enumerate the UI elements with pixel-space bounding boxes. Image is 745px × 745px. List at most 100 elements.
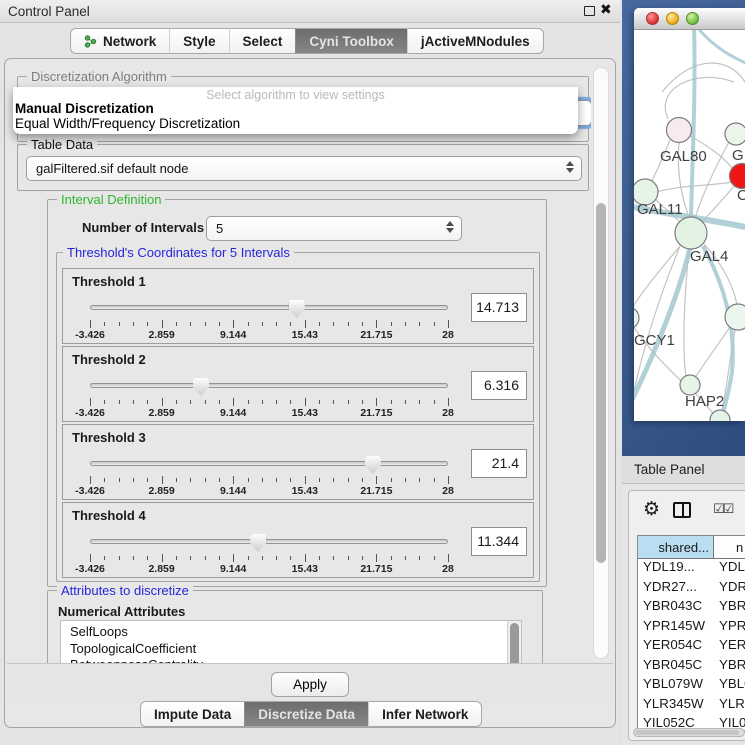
slider-thumb[interactable]: [193, 378, 209, 396]
tick-label: 9.144: [220, 407, 246, 419]
tick-mark: [376, 320, 377, 328]
slider-track[interactable]: [90, 383, 448, 388]
threshold-slider[interactable]: -3.4262.8599.14415.4321.71528: [90, 377, 448, 419]
network-node-gcy1[interactable]: [634, 307, 639, 329]
scrollbar-thumb[interactable]: [596, 203, 606, 563]
table-row[interactable]: YER054CYER0: [638, 637, 745, 657]
zoom-traffic-light-icon[interactable]: [686, 12, 699, 25]
tick-mark: [290, 556, 291, 560]
numerical-attributes-list[interactable]: SelfLoopsTopologicalCoefficientBetweenne…: [60, 620, 522, 663]
slider-track[interactable]: [90, 305, 448, 310]
close-traffic-light-icon[interactable]: [646, 12, 659, 25]
tick-mark: [219, 400, 220, 404]
attributes-group-title: Attributes to discretize: [57, 583, 193, 598]
tab-impute-data[interactable]: Impute Data: [140, 701, 244, 727]
threshold-value-field[interactable]: 14.713: [471, 293, 527, 322]
table-header-shared[interactable]: shared...: [638, 536, 714, 558]
tick-mark: [290, 322, 291, 326]
network-node-g[interactable]: [725, 123, 745, 145]
network-node-label: C: [737, 187, 745, 204]
tick-mark: [434, 400, 435, 404]
tick-mark: [104, 322, 105, 326]
network-window-titlebar[interactable]: [634, 8, 745, 30]
algorithm-option[interactable]: Manual Discretization: [13, 102, 578, 117]
threshold-value-field[interactable]: 6.316: [471, 371, 527, 400]
slider-thumb[interactable]: [250, 534, 266, 552]
node-attribute-table[interactable]: shared... n YDL19...YDL1YDR27...YDR2YBR0…: [637, 535, 745, 731]
algorithm-option[interactable]: Equal Width/Frequency Discretization: [13, 117, 578, 132]
cell-name: YBL0: [714, 676, 745, 696]
scrollbar-thumb[interactable]: [635, 730, 739, 735]
tick-mark: [276, 400, 277, 404]
tick-mark: [176, 478, 177, 482]
table-horizontal-scrollbar[interactable]: [633, 728, 745, 737]
float-window-icon[interactable]: [584, 6, 595, 16]
slider-track[interactable]: [90, 539, 448, 544]
slider-track[interactable]: [90, 461, 448, 466]
tick-mark: [305, 398, 306, 406]
number-of-intervals-combobox[interactable]: 5: [206, 216, 462, 241]
tab-cyni-toolbox[interactable]: Cyni Toolbox: [295, 28, 407, 54]
columns-icon[interactable]: [673, 502, 691, 518]
tick-mark: [362, 556, 363, 560]
scrollbar-thumb[interactable]: [510, 623, 519, 663]
threshold-slider[interactable]: -3.4262.8599.14415.4321.71528: [90, 455, 448, 497]
tick-mark: [319, 478, 320, 482]
attribute-list-item[interactable]: SelfLoops: [61, 621, 521, 641]
settings-vertical-scrollbar[interactable]: [593, 67, 609, 659]
network-graph[interactable]: GAL80GCGAL11GAL4GCY1HHAP2: [634, 30, 745, 421]
table-data-title: Table Data: [27, 137, 97, 152]
threshold-label: Threshold 4: [72, 508, 146, 523]
table-row[interactable]: YPR145WYPR1: [638, 618, 745, 638]
bottom-tab-bar: Impute DataDiscretize DataInfer Network: [140, 701, 482, 727]
network-node-gal4[interactable]: [675, 217, 707, 249]
network-node-label: GAL80: [660, 148, 707, 165]
threshold-value-field[interactable]: 11.344: [471, 527, 527, 556]
tick-mark: [348, 400, 349, 404]
attribute-list-item[interactable]: TopologicalCoefficient: [61, 641, 521, 658]
table-row[interactable]: YLR345WYLR3: [638, 696, 745, 716]
algorithm-popup-placeholder: Select algorithm to view settings: [13, 87, 578, 102]
table-row[interactable]: YDR27...YDR2: [638, 579, 745, 599]
threshold-slider[interactable]: -3.4262.8599.14415.4321.71528: [90, 299, 448, 341]
table-header-name[interactable]: n: [714, 536, 745, 558]
table-row[interactable]: YBR043CYBR0: [638, 598, 745, 618]
tab-infer-network[interactable]: Infer Network: [368, 701, 482, 727]
table-row[interactable]: YDL19...YDL1: [638, 559, 745, 579]
minimize-traffic-light-icon[interactable]: [666, 12, 679, 25]
network-node-hap2[interactable]: [680, 375, 700, 395]
table-panel: ⚙ ☑☑ shared... n YDL19...YDL1YDR27...YDR…: [622, 484, 745, 745]
gear-icon[interactable]: ⚙: [643, 498, 660, 520]
tick-mark: [362, 400, 363, 404]
network-node[interactable]: [710, 410, 730, 421]
network-node-h[interactable]: [725, 304, 745, 330]
table-row[interactable]: YBL079WYBL0: [638, 676, 745, 696]
slider-thumb[interactable]: [289, 300, 305, 318]
network-thick-edge: [696, 30, 745, 64]
tick-mark: [119, 322, 120, 326]
combo-stepper-icon: [446, 221, 454, 233]
attributes-list-scrollbar[interactable]: [507, 621, 521, 663]
network-canvas[interactable]: GAL80GCGAL11GAL4GCY1HHAP2: [634, 30, 745, 421]
checkboxes-icon[interactable]: ☑☑: [713, 502, 732, 517]
tick-label: 2.859: [148, 407, 174, 419]
table-data-combobox[interactable]: galFiltered.sif default node: [26, 156, 582, 181]
tick-label: 15.43: [292, 485, 318, 497]
network-node-gal80[interactable]: [667, 118, 692, 143]
threshold-value-field[interactable]: 21.4: [471, 449, 527, 478]
tick-label: 2.859: [148, 563, 174, 575]
apply-button[interactable]: Apply: [271, 672, 349, 697]
tab-select[interactable]: Select: [229, 28, 296, 54]
tick-mark: [147, 400, 148, 404]
threshold-slider[interactable]: -3.4262.8599.14415.4321.71528: [90, 533, 448, 575]
tab-discretize-data[interactable]: Discretize Data: [244, 701, 368, 727]
tab-jactivemnodules[interactable]: jActiveMNodules: [407, 28, 544, 54]
table-panel-toolbar: ⚙ ☑☑: [629, 491, 745, 533]
tab-style[interactable]: Style: [169, 28, 228, 54]
table-row[interactable]: YBR045CYBR0: [638, 657, 745, 677]
tick-mark: [305, 554, 306, 562]
network-view-window[interactable]: GAL80GCGAL11GAL4GCY1HHAP2: [634, 8, 745, 421]
close-icon[interactable]: ✖: [600, 2, 612, 18]
slider-thumb[interactable]: [365, 456, 381, 474]
tab-network[interactable]: Network: [70, 28, 169, 54]
